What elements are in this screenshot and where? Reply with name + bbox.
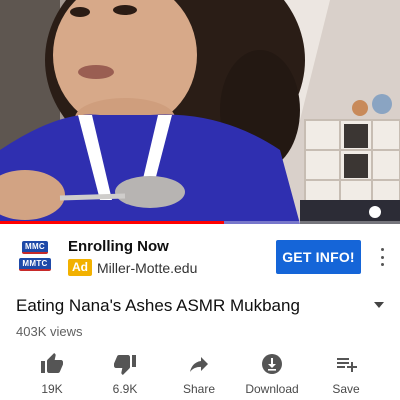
- video-frame-image: [0, 0, 400, 224]
- download-button[interactable]: Download: [237, 348, 307, 400]
- share-icon: [190, 357, 208, 372]
- video-title: Eating Nana's Ashes ASMR Mukbang: [16, 296, 300, 315]
- like-button[interactable]: 19K: [17, 348, 87, 400]
- save-label: Save: [332, 382, 360, 396]
- advertiser-logo: MMC MMTC: [16, 236, 54, 276]
- save-button[interactable]: Save: [311, 348, 381, 400]
- action-bar: 19K 6.9K Share Download Save: [0, 348, 400, 400]
- more-options-icon[interactable]: [376, 248, 388, 266]
- video-progress-bar[interactable]: [0, 221, 400, 224]
- like-count: 19K: [41, 382, 63, 396]
- download-label: Download: [245, 382, 299, 396]
- video-player[interactable]: [0, 0, 400, 224]
- playlist-add-icon: [337, 358, 357, 372]
- dislike-button[interactable]: 6.9K: [90, 348, 160, 400]
- ad-badge: Ad: [68, 259, 92, 276]
- expand-description-icon[interactable]: [374, 302, 384, 308]
- thumbs-up-icon: [41, 353, 63, 373]
- share-button[interactable]: Share: [164, 348, 234, 400]
- ad-banner[interactable]: MMC MMTC Enrolling Now Ad Miller-Motte.e…: [0, 226, 400, 288]
- share-label: Share: [182, 382, 216, 396]
- video-progress-fill: [0, 221, 224, 224]
- advertiser-logo-line: MMTC: [19, 258, 51, 271]
- download-icon: [262, 354, 282, 374]
- ad-meta: Ad Miller-Motte.edu: [68, 259, 197, 276]
- ad-title: Enrolling Now: [68, 238, 169, 255]
- thumbs-down-icon: [114, 355, 136, 375]
- advertiser-logo-line: MMC: [21, 241, 48, 254]
- ad-domain: Miller-Motte.edu: [97, 259, 198, 276]
- get-info-button[interactable]: GET INFO!: [276, 240, 361, 274]
- dislike-count: 6.9K: [112, 382, 138, 396]
- view-count: 403K views: [16, 324, 83, 339]
